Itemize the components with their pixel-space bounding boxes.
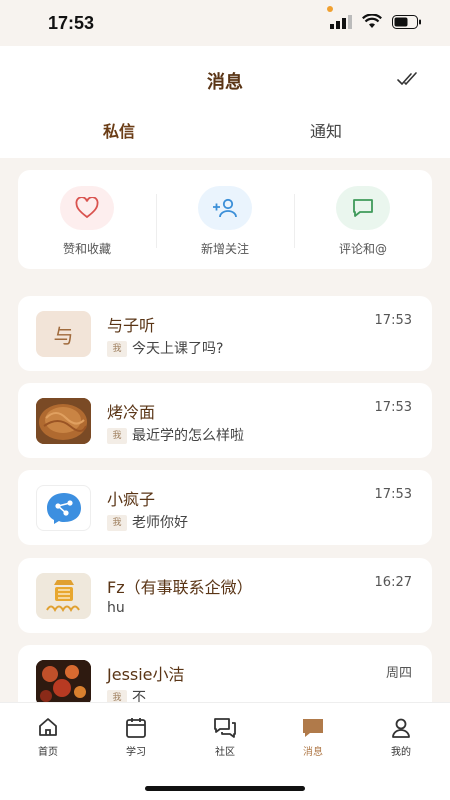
conversation-time: 周四 xyxy=(385,666,412,681)
conversation-name: Fz（有事联系企微） xyxy=(107,578,253,597)
tabbar-study[interactable]: 学习 xyxy=(101,717,171,758)
tab-notifications[interactable]: 通知 xyxy=(310,118,342,142)
tabbar-messages[interactable]: 消息 xyxy=(278,717,348,758)
avatar: 与 xyxy=(36,311,91,357)
new-followers-button[interactable]: 新增关注 xyxy=(165,186,285,257)
battery-icon xyxy=(392,14,421,29)
signal-icon xyxy=(330,14,352,29)
add-user-icon xyxy=(198,186,252,230)
tabbar-home[interactable]: 首页 xyxy=(13,717,83,758)
conversation-name: Jessie小洁 xyxy=(107,665,185,684)
status-bar: 17:53 xyxy=(0,0,450,46)
conversation-item[interactable]: 烤冷面 17:53 我 最近学的怎么样啦 xyxy=(18,383,432,458)
tabbar-community[interactable]: 社区 xyxy=(190,717,260,758)
quick-action-label: 新增关注 xyxy=(200,242,249,256)
profile-icon xyxy=(366,717,436,739)
recording-dot-icon xyxy=(327,6,333,12)
me-badge: 我 xyxy=(107,428,127,444)
conversation-name: 小疯子 xyxy=(107,490,156,509)
me-badge: 我 xyxy=(107,341,127,357)
conversation-time: 17:53 xyxy=(374,487,412,502)
tabbar-label: 学习 xyxy=(126,747,146,758)
avatar xyxy=(36,660,91,706)
conversation-name: 烤冷面 xyxy=(107,403,156,422)
page-header: 消息 私信 通知 xyxy=(0,46,450,158)
tabbar-label: 社区 xyxy=(215,747,235,758)
quick-actions-card: 赞和收藏 新增关注 评论和@ xyxy=(18,170,432,269)
divider xyxy=(156,194,157,248)
tabbar-label: 消息 xyxy=(303,747,323,758)
conversation-item[interactable]: 小疯子 17:53 我 老师你好 xyxy=(18,470,432,545)
quick-action-label: 评论和@ xyxy=(338,242,387,256)
status-icons xyxy=(330,14,422,29)
avatar xyxy=(36,573,91,619)
home-indicator[interactable] xyxy=(145,786,305,791)
message-icon xyxy=(278,717,348,739)
heart-icon xyxy=(60,186,114,230)
tabbar-label: 首页 xyxy=(38,747,58,758)
conversation-item[interactable]: 与 与子听 17:53 我 今天上课了吗? xyxy=(18,296,432,371)
conversation-time: 17:53 xyxy=(374,400,412,415)
divider xyxy=(294,194,295,248)
chat-bubbles-icon xyxy=(190,717,260,739)
quick-action-label: 赞和收藏 xyxy=(62,242,111,256)
avatar xyxy=(36,485,91,531)
conversation-preview: 最近学的怎么样啦 xyxy=(132,428,244,444)
conversation-preview: hu xyxy=(107,600,125,616)
comment-icon xyxy=(336,186,390,230)
tab-private-messages[interactable]: 私信 xyxy=(103,118,135,142)
likes-and-favorites-button[interactable]: 赞和收藏 xyxy=(27,186,147,257)
comments-and-mentions-button[interactable]: 评论和@ xyxy=(303,186,423,257)
double-check-icon[interactable] xyxy=(396,68,422,88)
avatar xyxy=(36,398,91,444)
page-title: 消息 xyxy=(207,72,243,93)
tabbar-label: 我的 xyxy=(391,747,411,758)
conversation-time: 16:27 xyxy=(374,575,412,590)
conversation-item[interactable]: Fz（有事联系企微） 16:27 hu xyxy=(18,558,432,633)
conversation-time: 17:53 xyxy=(374,313,412,328)
wifi-icon xyxy=(362,14,382,28)
status-time: 17:53 xyxy=(48,13,95,33)
conversation-preview: 老师你好 xyxy=(132,515,188,531)
conversation-name: 与子听 xyxy=(107,316,156,335)
home-icon xyxy=(13,717,83,739)
calendar-icon xyxy=(101,717,171,739)
me-badge: 我 xyxy=(107,515,127,531)
tabbar-profile[interactable]: 我的 xyxy=(366,717,436,758)
conversation-preview: 今天上课了吗? xyxy=(132,341,224,357)
